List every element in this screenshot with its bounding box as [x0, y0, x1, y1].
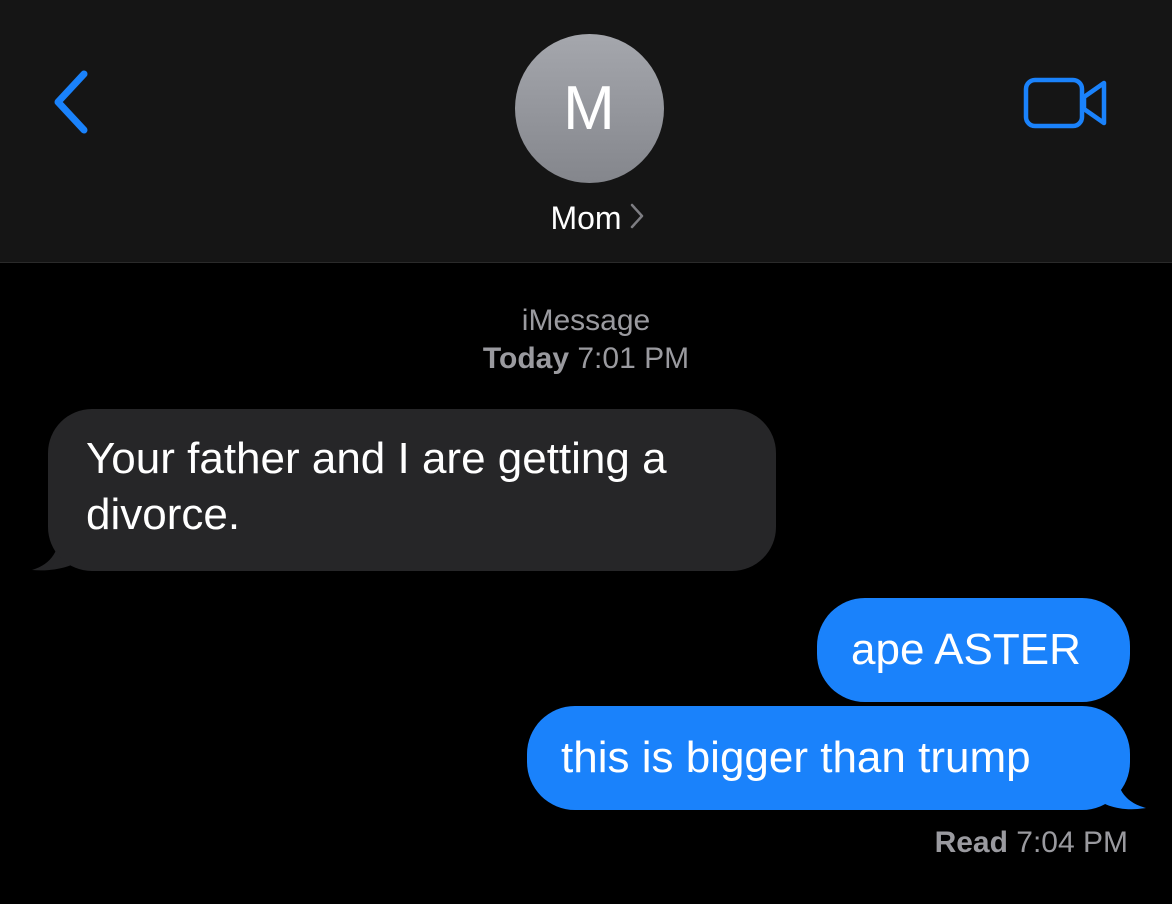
message-text: Your father and I are getting a divorce.: [86, 434, 667, 539]
chevron-right-icon: [630, 203, 644, 233]
service-label: iMessage: [521, 304, 651, 337]
back-button[interactable]: [44, 68, 96, 140]
read-receipt: Read 7:04 PM: [935, 826, 1128, 860]
conversation-header: M Mom: [0, 0, 1172, 263]
message-text: ape ASTER: [851, 625, 1081, 674]
facetime-video-button[interactable]: [1022, 74, 1110, 132]
outgoing-message-bubble[interactable]: this is bigger than trump: [527, 706, 1130, 810]
receipt-time: 7:04 PM: [1016, 826, 1128, 859]
contact-details-button[interactable]: Mom: [528, 200, 643, 237]
timestamp-day: Today: [482, 342, 570, 375]
contact-name: Mom: [550, 199, 622, 236]
contact-info: Mom: [0, 198, 1172, 238]
chevron-left-icon: [48, 68, 92, 140]
avatar-initial: M: [563, 74, 616, 143]
contact-avatar[interactable]: M: [515, 34, 664, 183]
video-camera-icon: [1022, 77, 1110, 136]
message-text: this is bigger than trump: [561, 733, 1031, 782]
incoming-message-bubble[interactable]: Your father and I are getting a divorce.: [48, 409, 776, 571]
outgoing-message-bubble[interactable]: ape ASTER: [817, 598, 1130, 702]
message-timestamp: Today 7:01 PM: [0, 342, 1172, 376]
receipt-status: Read: [934, 826, 1008, 859]
timestamp-time: 7:01 PM: [577, 342, 690, 375]
